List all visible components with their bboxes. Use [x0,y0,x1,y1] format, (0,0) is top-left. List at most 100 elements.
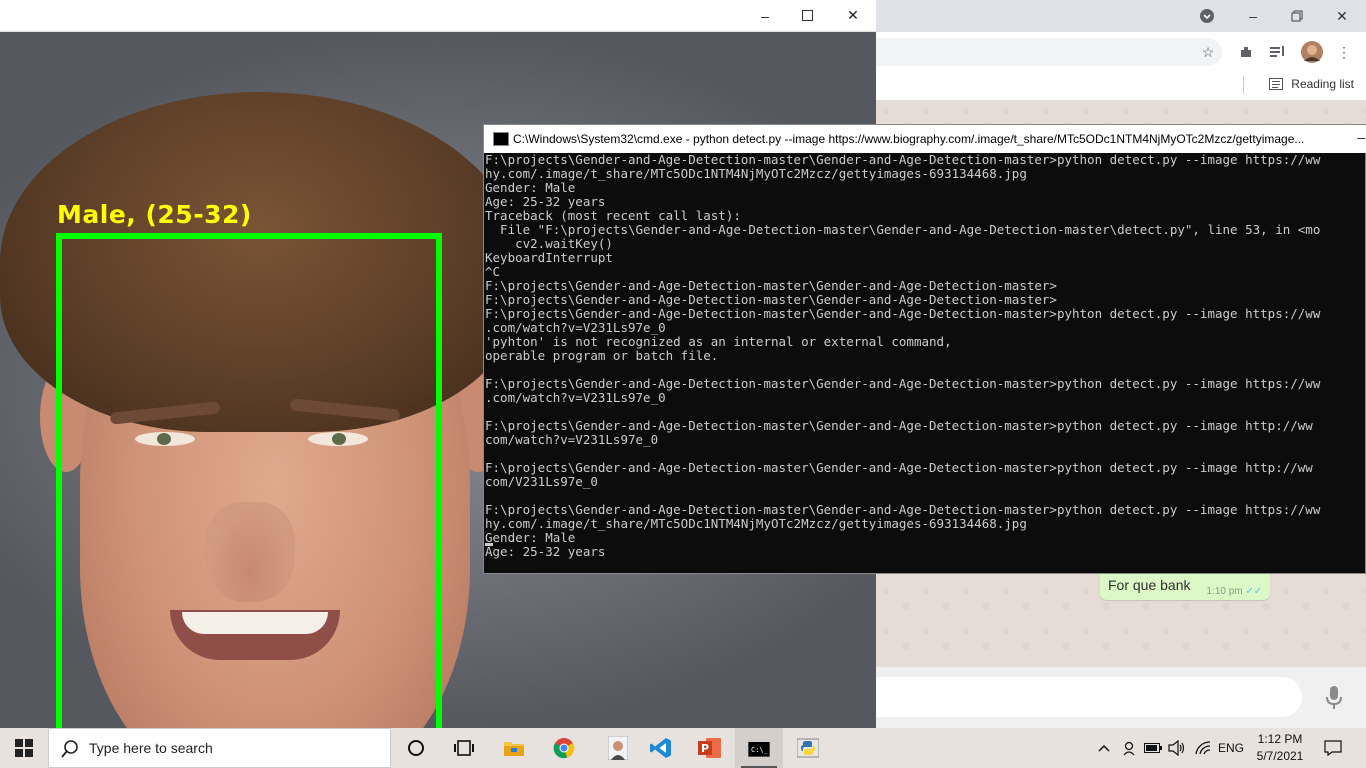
message-bubble: For que bank 1:10 pm ✓✓ [1100,570,1271,600]
reading-list-button[interactable]: Reading list [1243,76,1354,94]
powerpoint-icon: P [698,738,721,758]
cmd-output-line: .com/watch?v=V231Ls97e_0 [485,320,666,335]
cmd-output-line: .com/watch?v=V231Ls97e_0 [485,390,666,405]
cmd-output-line [485,489,1366,503]
mic-icon[interactable] [1324,685,1344,711]
taskbar-app-python[interactable] [784,728,832,768]
cmd-output-line [485,405,1366,419]
cmd-output-line: cv2.waitKey() [485,236,613,251]
restore-icon[interactable] [1284,4,1310,28]
text-cursor [485,543,493,546]
close-icon[interactable]: ✕ [1329,4,1355,28]
cmd-output[interactable]: F:\projects\Gender-and-Age-Detection-mas… [484,153,1366,573]
media-queue-icon[interactable] [1266,40,1290,64]
read-ticks-icon: ✓✓ [1245,585,1263,597]
extensions-icon[interactable] [1234,40,1258,64]
cmd-output-line: F:\projects\Gender-and-Age-Detection-mas… [485,278,1057,293]
bookmarks-bar: Reading list [876,72,1366,101]
cmd-output-line: ^C [485,264,501,279]
windows-icon [15,739,33,757]
wifi-icon[interactable] [1192,728,1214,768]
cmd-output-line: com/V231Ls97e_0 [485,474,598,489]
message-input[interactable] [876,677,1302,717]
volume-icon[interactable] [1166,728,1188,768]
cmd-output-line: Traceback (most recent call last): [485,208,741,223]
bookmarks-divider [1243,76,1245,94]
cmd-output-line: 'pyhton' is not recognized as an interna… [485,334,952,349]
chrome-titlebar: – ✕ [876,0,1366,32]
profile-dropdown-icon[interactable] [1194,4,1220,28]
meet-now-icon[interactable] [1118,728,1140,768]
detection-label: Male, (25-32) [57,200,252,229]
search-icon [61,740,78,758]
minimize-icon[interactable]: – [1240,4,1266,28]
cmd-output-line: F:\projects\Gender-and-Age-Detection-mas… [485,418,1313,433]
cmd-output-line: KeyboardInterrupt [485,250,613,265]
reading-list-label: Reading list [1291,77,1354,91]
star-icon[interactable]: ☆ [1196,40,1220,64]
taskbar-app-vscode[interactable] [637,728,685,768]
cmd-titlebar: C:\Windows\System32\cmd.exe - python det… [484,125,1366,153]
notifications-icon[interactable] [1318,728,1348,768]
compose-bar [876,667,1366,728]
task-view-button[interactable] [440,728,488,768]
cmd-window: C:\Windows\System32\cmd.exe - python det… [483,124,1366,574]
minimize-icon[interactable]: – [1357,129,1365,145]
task-view-icon [454,740,474,756]
taskbar-app-cmd[interactable]: C:\_ [735,728,783,768]
face-bounding-box [56,233,442,728]
terminal-icon: C:\_ [748,739,770,757]
cortana-button[interactable] [392,728,440,768]
taskbar-app-file-explorer[interactable] [490,728,538,768]
cmd-output-line: F:\projects\Gender-and-Age-Detection-mas… [485,153,1321,167]
reading-list-icon [1269,78,1284,90]
language-indicator[interactable]: ENG [1216,728,1246,768]
cmd-output-line: Age: 25-32 years [485,544,606,559]
minimize-icon[interactable]: – [742,0,788,31]
maximize-icon[interactable] [784,0,830,31]
avatar[interactable] [1300,40,1324,64]
start-button[interactable] [0,728,48,768]
tray-overflow-icon[interactable] [1094,728,1114,768]
svg-text:C:\_: C:\_ [751,746,769,754]
taskbar: Type here to search P C:\_ ENG 1:12 PM 5… [0,728,1366,768]
cmd-output-line: File "F:\projects\Gender-and-Age-Detecti… [485,222,1321,237]
clock-time: 1:12 PM [1257,732,1303,746]
svg-text:P: P [701,742,709,755]
message-time: 1:10 pm ✓✓ [1206,585,1263,597]
close-icon[interactable]: ✕ [830,0,876,31]
cmd-output-line: Gender: Male [485,530,576,545]
circle-icon [408,740,424,756]
cmd-output-line: operable program or batch file. [485,348,719,363]
cmd-output-line: F:\projects\Gender-and-Age-Detection-mas… [485,502,1321,517]
cmd-title: C:\Windows\System32\cmd.exe - python det… [513,132,1305,146]
cmd-output-line: com/watch?v=V231Ls97e_0 [485,432,659,447]
taskbar-search[interactable]: Type here to search [48,728,391,768]
battery-icon[interactable] [1142,728,1164,768]
cmd-output-line: hy.com/.image/t_share/MTc5ODc1NTM4NjMyOT… [485,166,1027,181]
cmd-output-line: F:\projects\Gender-and-Age-Detection-mas… [485,376,1321,391]
python-icon [797,738,819,758]
cmd-output-line [485,363,1366,377]
chrome-icon [553,738,575,759]
address-bar[interactable] [876,38,1222,66]
taskbar-app-powerpoint[interactable]: P [686,728,734,768]
taskbar-app-chrome[interactable] [540,728,588,768]
photo-icon [608,736,628,760]
cmd-output-line: Gender: Male [485,180,576,195]
cmd-output-line: Age: 25-32 years [485,194,606,209]
clock-date: 5/7/2021 [1256,749,1304,763]
cmd-output-line: hy.com/.image/t_share/MTc5ODc1NTM4NjMyOT… [485,516,1027,531]
vscode-icon [650,738,671,758]
chrome-toolbar: ☆ ⋮ [876,32,1366,72]
cmd-output-line [485,447,1366,461]
search-placeholder: Type here to search [89,740,213,756]
image-window-titlebar: – ✕ [0,0,876,32]
cmd-output-line: F:\projects\Gender-and-Age-Detection-mas… [485,292,1057,307]
taskbar-app-photo[interactable] [594,728,642,768]
menu-icon[interactable]: ⋮ [1332,40,1356,64]
cmd-output-line: F:\projects\Gender-and-Age-Detection-mas… [485,460,1313,475]
clock[interactable]: 1:12 PM 5/7/2021 [1252,731,1308,765]
cmd-icon [493,132,509,146]
cmd-output-line: F:\projects\Gender-and-Age-Detection-mas… [485,306,1321,321]
